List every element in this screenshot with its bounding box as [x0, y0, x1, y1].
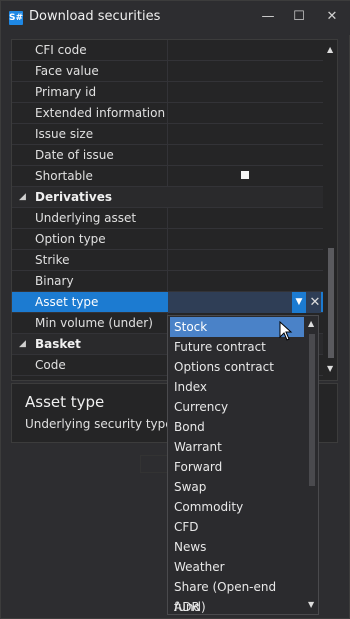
property-name: Shortable — [35, 169, 93, 183]
dropdown-option-index[interactable]: Index — [170, 377, 304, 397]
dropdown-option-forward[interactable]: Forward — [170, 457, 304, 477]
property-name: Min volume (under) — [35, 316, 153, 330]
property-row-strike[interactable]: Strike — [12, 250, 323, 271]
dropdown-option-share-open-end-fund[interactable]: Share (Open-end fund) — [170, 577, 304, 614]
collapse-triangle-icon[interactable]: ◢ — [19, 192, 26, 202]
property-grid-scrollbar[interactable]: ▲ ▼ — [325, 40, 337, 380]
close-button[interactable]: ✕ — [321, 7, 343, 27]
property-row-option-type[interactable]: Option type — [12, 229, 323, 250]
dropdown-option-commodity[interactable]: Commodity — [170, 497, 304, 517]
description-title: Asset type — [25, 393, 105, 411]
dropdown-option-adr[interactable]: ADR — [170, 597, 304, 614]
maximize-button[interactable]: ☐ — [288, 7, 310, 27]
app-logo: S# — [9, 11, 24, 25]
property-row-binary[interactable]: Binary — [12, 271, 323, 292]
minimize-icon: — — [261, 9, 275, 24]
property-row-extended-information[interactable]: Extended information — [12, 103, 323, 124]
dropdown-option-options-contract[interactable]: Options contract — [170, 357, 304, 377]
close-icon: ✕ — [326, 9, 338, 24]
asset-type-clear-button[interactable]: ✕ — [308, 292, 322, 313]
dropdown-scrollbar[interactable]: ▲ ▼ — [306, 316, 318, 614]
asset-type-dropdown-list: Stock Future contract Options contract I… — [167, 315, 319, 615]
dropdown-option-news[interactable]: News — [170, 537, 304, 557]
description-text: Underlying security type. — [25, 417, 177, 431]
property-name: Binary — [35, 274, 74, 288]
hidden-button-outline — [140, 455, 170, 473]
property-row-shortable[interactable]: Shortable — [12, 166, 323, 187]
scroll-thumb[interactable] — [328, 248, 334, 358]
dropdown-option-currency[interactable]: Currency — [170, 397, 304, 417]
property-name: Primary id — [35, 85, 97, 99]
category-name: Basket — [35, 337, 81, 351]
window-title: Download securities — [29, 9, 161, 24]
asset-type-dropdown-button[interactable]: ▼ — [292, 292, 306, 313]
maximize-icon: ☐ — [293, 9, 305, 24]
scroll-down-icon[interactable]: ▼ — [308, 600, 314, 609]
property-name: Date of issue — [35, 148, 114, 162]
dropdown-option-swap[interactable]: Swap — [170, 477, 304, 497]
property-row-date-of-issue[interactable]: Date of issue — [12, 145, 323, 166]
shortable-checkbox[interactable] — [241, 171, 249, 179]
property-row-asset-type[interactable]: Asset type ▼ ✕ — [12, 292, 323, 313]
property-row-primary-id[interactable]: Primary id — [12, 82, 323, 103]
scroll-up-icon[interactable]: ▲ — [327, 45, 333, 54]
collapse-triangle-icon[interactable]: ◢ — [19, 339, 26, 349]
property-name: Face value — [35, 64, 99, 78]
property-name: Asset type — [35, 295, 99, 309]
property-name: Issue size — [35, 127, 94, 141]
property-name: CFI code — [35, 43, 87, 57]
minimize-button[interactable]: — — [257, 7, 279, 27]
dropdown-option-cfd[interactable]: CFD — [170, 517, 304, 537]
scroll-thumb[interactable] — [309, 334, 315, 486]
scroll-down-icon[interactable]: ▼ — [327, 364, 333, 373]
scroll-up-icon[interactable]: ▲ — [308, 319, 314, 328]
property-name: Underlying asset — [35, 211, 137, 225]
mouse-cursor-icon — [279, 321, 293, 341]
title-bar[interactable]: S# Download securities — ☐ ✕ — [1, 1, 350, 35]
property-row-cfi-code[interactable]: CFI code — [12, 40, 323, 61]
property-row-issue-size[interactable]: Issue size — [12, 124, 323, 145]
category-name: Derivatives — [35, 190, 113, 204]
property-name: Code — [35, 358, 66, 372]
clear-icon: ✕ — [309, 295, 321, 310]
dropdown-option-weather[interactable]: Weather — [170, 557, 304, 577]
chevron-down-icon: ▼ — [295, 297, 303, 307]
property-name: Extended information — [35, 106, 166, 120]
property-name: Option type — [35, 232, 106, 246]
dropdown-option-bond[interactable]: Bond — [170, 417, 304, 437]
category-derivatives[interactable]: ◢ Derivatives — [12, 187, 323, 208]
property-name: Strike — [35, 253, 70, 267]
dropdown-option-warrant[interactable]: Warrant — [170, 437, 304, 457]
property-row-underlying-asset[interactable]: Underlying asset — [12, 208, 323, 229]
property-row-face-value[interactable]: Face value — [12, 61, 323, 82]
